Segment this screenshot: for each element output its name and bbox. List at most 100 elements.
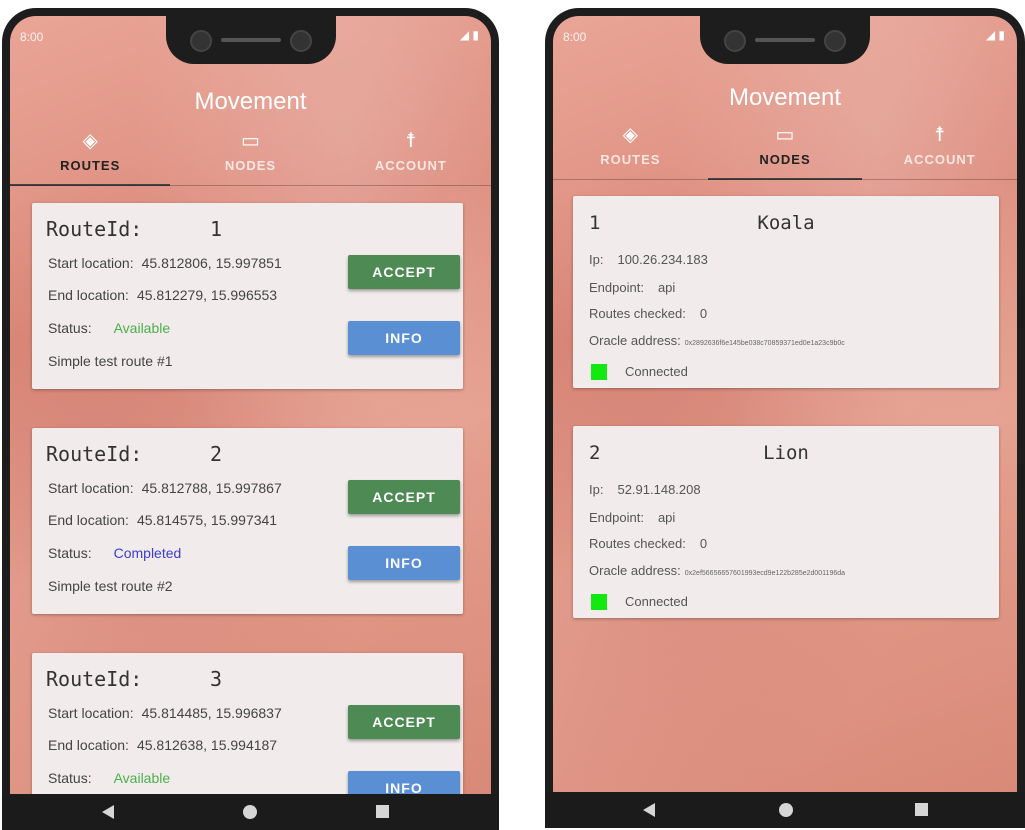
info-button[interactable]: INFO bbox=[348, 546, 460, 580]
camera-icon bbox=[189, 30, 212, 52]
start-location-value: 45.812806, 15.997851 bbox=[141, 255, 282, 271]
tab-label: NODES bbox=[224, 158, 277, 173]
screen: 8:00 ◢ ▮ Movement ◈ ROUTES ▭ NODES ☨ ACC… bbox=[10, 16, 491, 794]
back-icon[interactable] bbox=[102, 805, 114, 819]
route-id-label: RouteId: bbox=[46, 217, 143, 241]
home-icon[interactable] bbox=[779, 803, 793, 817]
node-endpoint: Endpoint: api bbox=[589, 510, 675, 525]
route-id: 1 bbox=[210, 217, 223, 241]
tab-label: ACCOUNT bbox=[374, 158, 447, 173]
start-location-value: 45.812788, 15.997867 bbox=[141, 480, 282, 496]
routes-checked-value: 0 bbox=[699, 306, 708, 321]
tab-bar: ◈ ROUTES ▭ NODES ☨ ACCOUNT bbox=[553, 122, 1017, 180]
node-routes-checked: Routes checked: 0 bbox=[589, 536, 707, 551]
status-time: 8:00 bbox=[563, 30, 587, 44]
back-icon[interactable] bbox=[643, 803, 655, 817]
status-value: Completed bbox=[113, 545, 182, 561]
status-icons: ◢ ▮ bbox=[985, 28, 1005, 42]
camera-icon bbox=[724, 30, 746, 52]
connection-status: Connected bbox=[625, 594, 688, 609]
phone-routes: 8:00 ◢ ▮ Movement ◈ ROUTES ▭ NODES ☨ ACC… bbox=[2, 8, 499, 830]
notch bbox=[700, 16, 870, 64]
accept-button[interactable]: ACCEPT bbox=[348, 480, 460, 514]
route-description: Simple test route #2 bbox=[48, 578, 173, 594]
end-location: End location: 45.812638, 15.994187 bbox=[48, 737, 277, 753]
route-card: RouteId: 2 Start location: 45.812788, 15.… bbox=[32, 428, 463, 614]
recent-apps-icon[interactable] bbox=[915, 803, 928, 816]
route-id-label: RouteId: bbox=[46, 667, 143, 691]
ip-value: 100.26.234.183 bbox=[617, 252, 708, 267]
end-location: End location: 45.814575, 15.997341 bbox=[48, 512, 277, 528]
tab-routes[interactable]: ◈ ROUTES bbox=[10, 128, 171, 186]
end-location: End location: 45.812279, 15.996553 bbox=[48, 287, 277, 303]
tab-account[interactable]: ☨ ACCOUNT bbox=[862, 122, 1017, 180]
app-title: Movement bbox=[194, 88, 307, 115]
route-id-label: RouteId: bbox=[46, 442, 143, 466]
app-title: Movement bbox=[728, 84, 842, 111]
route-id: 3 bbox=[210, 667, 223, 691]
end-location-label: End location: bbox=[48, 737, 129, 753]
status: Status: Completed bbox=[48, 545, 181, 561]
person-icon: ☨ bbox=[405, 130, 417, 152]
start-location: Start location: 45.814485, 15.996837 bbox=[48, 705, 282, 721]
node-ip: Ip: 100.26.234.183 bbox=[589, 252, 708, 267]
tab-bar: ◈ ROUTES ▭ NODES ☨ ACCOUNT bbox=[10, 128, 491, 186]
end-location-value: 45.812638, 15.994187 bbox=[136, 737, 278, 753]
routes-checked-value: 0 bbox=[699, 536, 708, 551]
laptop-icon: ▭ bbox=[775, 124, 795, 146]
info-button[interactable]: INFO bbox=[348, 321, 460, 355]
laptop-icon: ▭ bbox=[241, 130, 260, 152]
phone-nodes: 8:00 ◢ ▮ Movement ◈ ROUTES ▭ NODES ☨ ACC… bbox=[545, 8, 1025, 828]
tab-label: ACCOUNT bbox=[903, 152, 976, 167]
status-label: Status: bbox=[48, 770, 92, 786]
tab-label: ROUTES bbox=[600, 152, 661, 167]
node-name: Koala bbox=[757, 212, 815, 234]
connection-status: Connected bbox=[625, 364, 688, 379]
home-icon[interactable] bbox=[243, 805, 257, 819]
start-location-label: Start location: bbox=[48, 705, 134, 721]
info-button[interactable]: INFO bbox=[348, 771, 460, 794]
endpoint-value: api bbox=[657, 280, 676, 295]
status: Status: Available bbox=[48, 770, 170, 786]
oracle-address-label: Oracle address: bbox=[589, 563, 681, 578]
connection-indicator bbox=[591, 364, 607, 380]
directions-icon: ◈ bbox=[622, 124, 639, 146]
endpoint-value: api bbox=[657, 510, 676, 525]
status: Status: Available bbox=[48, 320, 170, 336]
node-name: Lion bbox=[763, 442, 809, 464]
system-nav-bar bbox=[2, 794, 499, 830]
end-location-label: End location: bbox=[48, 512, 129, 528]
start-location: Start location: 45.812806, 15.997851 bbox=[48, 255, 282, 271]
connection-indicator bbox=[591, 594, 607, 610]
accept-button[interactable]: ACCEPT bbox=[348, 255, 460, 289]
camera-icon bbox=[824, 30, 846, 52]
oracle-address-value: 0x2ef56656657601993ecd9e122b285e2d001196… bbox=[684, 570, 846, 577]
end-location-value: 45.812279, 15.996553 bbox=[136, 287, 278, 303]
start-location-value: 45.814485, 15.996837 bbox=[141, 705, 282, 721]
tab-account[interactable]: ☨ ACCOUNT bbox=[331, 128, 491, 186]
start-location-label: Start location: bbox=[48, 255, 134, 271]
ip-value: 52.91.148.208 bbox=[617, 482, 701, 497]
node-ip: Ip: 52.91.148.208 bbox=[589, 482, 701, 497]
status-value: Available bbox=[113, 320, 171, 336]
node-oracle-address: Oracle address: 0x2ef56656657601993ecd9e1… bbox=[589, 563, 845, 578]
node-card: 2 Lion Ip: 52.91.148.208 Endpoint: api Rou… bbox=[573, 426, 999, 618]
endpoint-label: Endpoint: bbox=[589, 510, 644, 525]
route-card: RouteId: 1 Start location: 45.812806, 15.… bbox=[32, 203, 463, 389]
node-oracle-address: Oracle address: 0x2892636f6e145be038c7085… bbox=[589, 333, 845, 348]
tab-nodes[interactable]: ▭ NODES bbox=[170, 128, 330, 186]
divider bbox=[553, 179, 1017, 180]
node-card: 1 Koala Ip: 100.26.234.183 Endpoint: api R… bbox=[573, 196, 999, 388]
route-id: 2 bbox=[210, 442, 223, 466]
directions-icon: ◈ bbox=[82, 130, 98, 152]
camera-icon bbox=[289, 30, 312, 52]
route-description: Simple test route #1 bbox=[48, 353, 173, 369]
route-card: RouteId: 3 Start location: 45.814485, 15.… bbox=[32, 653, 463, 794]
accept-button[interactable]: ACCEPT bbox=[348, 705, 460, 739]
recent-apps-icon[interactable] bbox=[376, 805, 389, 818]
speaker bbox=[220, 38, 281, 42]
node-routes-checked: Routes checked: 0 bbox=[589, 306, 707, 321]
tab-routes[interactable]: ◈ ROUTES bbox=[553, 122, 708, 180]
node-endpoint: Endpoint: api bbox=[589, 280, 675, 295]
tab-nodes[interactable]: ▭ NODES bbox=[707, 122, 863, 180]
